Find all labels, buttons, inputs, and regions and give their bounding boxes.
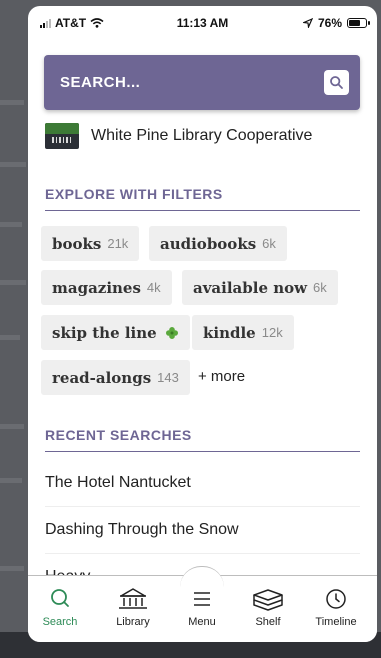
tab-library[interactable]: Library [103,586,163,628]
background-text-line [0,335,20,340]
chip-label: read-alongs [52,368,152,387]
search-bar[interactable]: SEARCH... [44,55,360,110]
tab-label: Timeline [315,616,357,628]
tab-shelf[interactable]: Shelf [238,586,298,628]
tab-timeline[interactable]: Timeline [306,586,366,628]
chip-count: 12k [261,325,283,340]
tab-search[interactable]: Search [30,586,90,628]
background-text-line [0,424,24,429]
clock-icon [326,589,346,609]
background-text-line [0,478,22,483]
navigation-drawer: AT&T 11:13 AM 76% SEARCH... White Pine L… [28,6,377,642]
chip-count: 4k [146,280,161,295]
background-text-line [0,162,26,167]
library-selector[interactable]: White Pine Library Cooperative [45,123,312,149]
tab-label: Shelf [255,616,281,628]
filters-heading: EXPLORE WITH FILTERS [45,186,360,211]
status-bar: AT&T 11:13 AM 76% [28,6,377,42]
status-right: 76% [302,16,370,30]
chip-label: audiobooks [160,234,257,253]
recent-search-item[interactable]: The Hotel Nantucket [45,460,360,507]
chip-label: kindle [203,323,256,342]
background-text-line [0,280,26,285]
menu-icon [194,592,210,606]
chip-count: 6k [313,280,327,295]
filter-chip-skip-the-line[interactable]: skip the line [41,315,190,350]
library-icon [119,588,147,609]
chip-label: magazines [52,278,141,297]
battery-percent: 76% [317,16,342,30]
clover-icon [165,326,178,339]
tab-label: Search [42,616,78,628]
background-text-line [0,100,24,105]
shelf-icon [253,589,283,611]
library-logo [45,123,79,149]
search-button[interactable] [324,70,349,95]
tab-label: Menu [188,616,216,628]
battery-fill [349,20,360,26]
chip-label: skip the line [52,323,157,342]
background-text-line [0,222,22,227]
chip-count: 6k [262,236,276,251]
chip-count: 21k [107,236,129,251]
background-text-line [0,566,24,571]
filter-chip-available-now[interactable]: available now 6k [182,270,338,305]
filter-chip-kindle[interactable]: kindle 12k [192,315,294,350]
more-filters-link[interactable]: + more [198,368,245,385]
chip-label: books [52,234,102,253]
location-arrow-icon [302,18,313,28]
bottom-tab-bar: Search Library Menu Shelf Timeline [28,566,377,642]
search-icon [330,76,343,89]
chip-label: available now [193,278,308,297]
filter-chip-read-alongs[interactable]: read-alongs 143 [41,360,190,395]
filter-chip-books[interactable]: books 21k [41,226,140,261]
search-input[interactable]: SEARCH... [60,74,140,91]
filter-chip-audiobooks[interactable]: audiobooks 6k [149,226,287,261]
filter-chip-magazines[interactable]: magazines 4k [41,270,172,305]
library-name: White Pine Library Cooperative [91,127,313,144]
recent-search-item[interactable]: Dashing Through the Snow [45,507,360,554]
chip-count: 143 [157,370,179,385]
battery-icon [347,18,370,28]
recent-searches-heading: RECENT SEARCHES [45,427,360,452]
tab-menu[interactable]: Menu [172,586,232,628]
tab-label: Library [116,616,150,628]
search-icon [51,589,69,607]
